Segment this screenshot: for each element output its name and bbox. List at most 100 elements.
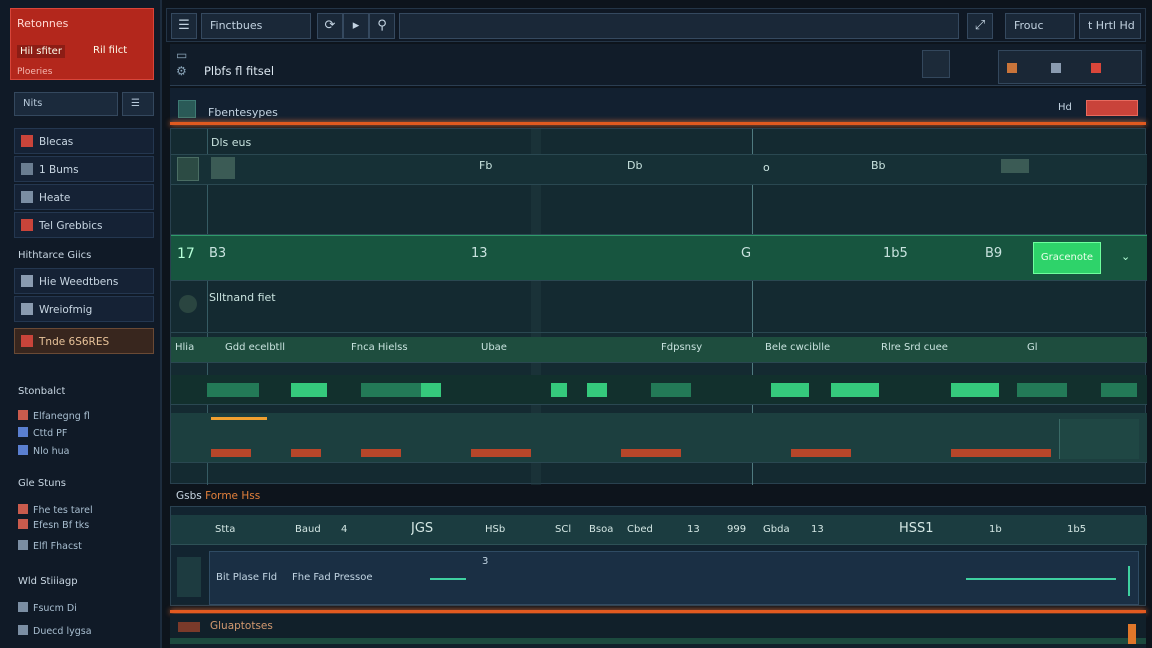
clip-track[interactable] — [171, 413, 1147, 463]
footer-label: Gluaptotses — [210, 620, 273, 632]
column-header: Gl — [1027, 342, 1038, 353]
sidebar-item[interactable]: Tel Grebbics — [14, 212, 154, 238]
column-header: SCl — [555, 524, 572, 535]
progress-line — [966, 578, 1116, 580]
clip[interactable] — [951, 383, 999, 397]
sidebar-subitem[interactable]: Efesn Bf tks — [18, 519, 89, 531]
sidebar-item[interactable]: Blecas — [14, 128, 154, 154]
table-row[interactable]: Bit Plase Fld Fhe Fad Pressoe 3 — [209, 551, 1139, 605]
sidebar-section-title: Stonbalct — [18, 386, 66, 397]
sidebar-subitem[interactable]: Elfl Fhacst — [18, 540, 82, 552]
sidebar-item[interactable]: Hie Weedtbens — [14, 268, 154, 294]
clip[interactable] — [421, 383, 441, 397]
sidebar-item-selected[interactable]: Tnde 6S6RES — [14, 328, 154, 354]
clip[interactable] — [771, 383, 809, 397]
table-cell: 3 — [482, 556, 489, 567]
divider — [170, 122, 1146, 125]
profile-button[interactable]: Frouc — [1005, 13, 1075, 39]
expand-icon[interactable]: ⤢ — [967, 13, 993, 39]
row-value: Db — [627, 159, 643, 172]
header-mini-toolbar[interactable] — [998, 50, 1142, 84]
menu-icon[interactable]: ☰ — [171, 13, 197, 39]
marker[interactable] — [211, 417, 267, 420]
panel-header: Fbentesypes Hd — [170, 88, 1146, 124]
address-field[interactable] — [399, 13, 959, 39]
circle-icon — [21, 163, 33, 175]
sidebar-header[interactable]: Retonnes Hil sfiter Ril filct Ploeries — [10, 8, 154, 80]
thumbnail-icon — [211, 157, 235, 179]
sidebar-subitem[interactable]: Fhe tes tarel — [18, 504, 93, 516]
sidebar: Retonnes Hil sfiter Ril filct Ploeries N… — [0, 0, 162, 648]
sidebar-item[interactable]: Wreiofmig — [14, 296, 154, 322]
clip[interactable] — [951, 449, 1051, 457]
track-cell: B9 — [985, 246, 1003, 261]
column-header: Fdpsnsy — [661, 342, 703, 353]
refresh-icon[interactable]: ⟳ — [317, 13, 343, 39]
clip[interactable] — [1017, 383, 1067, 397]
sidebar-subitem[interactable]: Nlo hua — [18, 445, 69, 457]
file-icon — [18, 625, 28, 635]
forward-icon[interactable]: ▸ — [343, 13, 369, 39]
action-button[interactable]: Gracenote — [1033, 242, 1101, 274]
clip[interactable] — [621, 449, 681, 457]
column-header: 4 — [341, 524, 348, 535]
sidebar-item[interactable]: Heate — [14, 184, 154, 210]
column-header: 1b — [989, 524, 1002, 535]
search-icon[interactable]: ⚲ — [369, 13, 395, 39]
track-icon[interactable] — [177, 157, 199, 181]
sidebar-tab[interactable]: Nits — [14, 92, 118, 116]
panel-action-button[interactable] — [1086, 100, 1138, 116]
column-header: Stta — [215, 524, 236, 535]
record-icon[interactable] — [179, 295, 197, 313]
workspace-selector[interactable]: Finctbues — [201, 13, 311, 39]
sidebar-item[interactable]: 1 Bums — [14, 156, 154, 182]
scroll-handle[interactable] — [1128, 624, 1136, 644]
clip[interactable] — [361, 449, 401, 457]
panel-icon — [178, 100, 196, 118]
file-icon — [18, 410, 28, 420]
chevron-down-icon[interactable]: ⌄ — [1121, 250, 1130, 263]
row-label: Slltnand fiet — [209, 291, 276, 304]
clip[interactable] — [1101, 383, 1137, 397]
file-icon — [18, 445, 28, 455]
sidebar-menu-icon[interactable]: ☰ — [122, 92, 154, 116]
clip[interactable] — [207, 383, 259, 397]
column-header: JGS — [411, 521, 434, 536]
window-icon[interactable]: ▭ — [176, 48, 187, 62]
clip[interactable] — [551, 383, 567, 397]
grid-row: Dls eus — [171, 129, 1147, 155]
file-icon — [18, 504, 28, 514]
row-value: Bb — [871, 159, 886, 172]
toolbar: ☰ Finctbues ⟳ ▸ ⚲ ⤢ Frouc t Hrtl Hd — [166, 8, 1146, 42]
account-badge[interactable]: t Hrtl Hd — [1079, 13, 1141, 39]
clip[interactable] — [471, 449, 531, 457]
grid-row-active[interactable]: 17 B3 13 G 1b5 B9 Gracenote ⌄ — [171, 235, 1147, 281]
bookmark-icon[interactable] — [1007, 63, 1017, 73]
clip[interactable] — [291, 383, 327, 397]
sidebar-header-sub: Ploeries — [17, 67, 53, 77]
sidebar-subitem[interactable]: Duecd lygsa — [18, 625, 92, 637]
chat-icon[interactable] — [922, 50, 950, 78]
clip[interactable] — [791, 449, 851, 457]
sidebar-subitem[interactable]: Elfanegng fl — [18, 410, 90, 422]
pin-icon[interactable] — [1051, 63, 1061, 73]
column-header: Bsoa — [589, 524, 614, 535]
footer-progress[interactable] — [170, 638, 1146, 644]
table-title: Gsbs Forme Hss — [176, 490, 261, 502]
clip[interactable] — [291, 449, 321, 457]
panel-right-text: Hd — [1058, 102, 1072, 113]
column-header: 1b5 — [1067, 524, 1087, 535]
end-marker — [1128, 566, 1130, 596]
settings-icon[interactable]: ⚙ — [176, 64, 187, 78]
sidebar-subitem[interactable]: Fsucm Di — [18, 602, 77, 614]
file-icon — [18, 540, 28, 550]
clip[interactable] — [831, 383, 879, 397]
track-cell: G — [741, 246, 752, 261]
clip-track[interactable] — [171, 375, 1147, 405]
sidebar-subitem[interactable]: Cttd PF — [18, 427, 67, 439]
clip[interactable] — [587, 383, 607, 397]
clip[interactable] — [651, 383, 691, 397]
row-handle-icon[interactable] — [177, 557, 201, 597]
clip[interactable] — [211, 449, 251, 457]
alert-icon[interactable] — [1091, 63, 1101, 73]
